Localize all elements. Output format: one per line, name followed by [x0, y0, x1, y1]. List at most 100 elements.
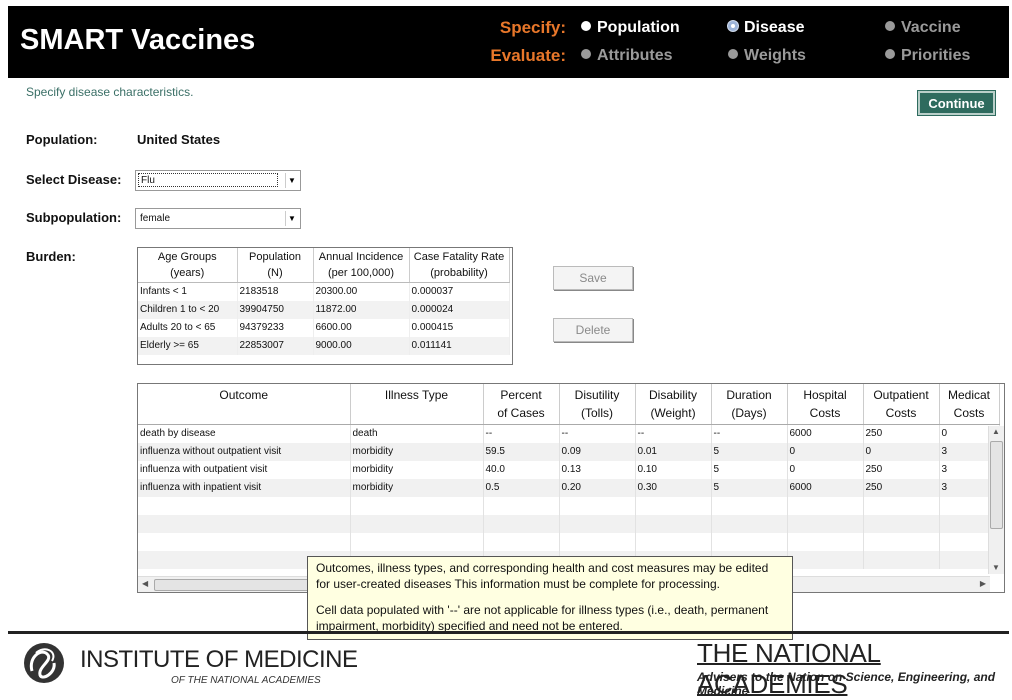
table-cell[interactable]: 6000: [787, 424, 864, 443]
scroll-left-icon[interactable]: ◀: [142, 579, 148, 588]
table-cell[interactable]: influenza without outpatient visit: [138, 442, 351, 461]
step-disease[interactable]: Disease: [728, 19, 805, 37]
table-row[interactable]: influenza without outpatient visit morbid…: [138, 442, 1000, 461]
step-priorities[interactable]: Priorities: [885, 47, 970, 65]
step-vaccine[interactable]: Vaccine: [885, 19, 961, 37]
table-cell[interactable]: [711, 496, 788, 515]
table-cell[interactable]: [559, 496, 636, 515]
table-cell[interactable]: --: [635, 424, 712, 443]
bullet-icon: [581, 21, 591, 31]
table-row[interactable]: Children 1 to < 20 39904750 11872.00 0.0000…: [138, 300, 510, 319]
table-cell[interactable]: [863, 532, 940, 551]
table-cell[interactable]: 0.5: [483, 478, 560, 497]
table-cell[interactable]: [138, 496, 351, 515]
table-cell[interactable]: [863, 496, 940, 515]
table-row[interactable]: influenza with inpatient visit morbidity 0…: [138, 478, 1000, 497]
table-cell[interactable]: [138, 514, 351, 533]
table-cell[interactable]: [483, 532, 560, 551]
table-cell[interactable]: 0.01: [635, 442, 712, 461]
table-cell[interactable]: 0.30: [635, 478, 712, 497]
table-cell[interactable]: 40.0: [483, 460, 560, 479]
table-cell[interactable]: 0.20: [559, 478, 636, 497]
chevron-down-icon[interactable]: ▼: [285, 211, 298, 226]
table-cell[interactable]: [483, 496, 560, 515]
table-row[interactable]: death by disease death -- -- -- -- 6000 250 0: [138, 424, 1000, 443]
scroll-right-icon[interactable]: ▶: [980, 579, 986, 588]
table-cell[interactable]: 0: [863, 442, 940, 461]
table-cell[interactable]: [559, 532, 636, 551]
bullet-icon: [885, 21, 895, 31]
bullet-icon: [728, 49, 738, 59]
table-row[interactable]: Infants < 1 2183518 20300.00 0.000037: [138, 282, 510, 301]
table-cell[interactable]: 5: [711, 442, 788, 461]
table-cell[interactable]: [350, 532, 484, 551]
table-cell[interactable]: morbidity: [350, 442, 484, 461]
step-population[interactable]: Population: [581, 19, 680, 37]
table-cell[interactable]: morbidity: [350, 478, 484, 497]
table-cell[interactable]: [711, 532, 788, 551]
table-cell[interactable]: [350, 496, 484, 515]
table-cell[interactable]: [863, 514, 940, 533]
table-cell[interactable]: 0.09: [559, 442, 636, 461]
table-cell[interactable]: 5: [711, 460, 788, 479]
table-cell[interactable]: [787, 514, 864, 533]
table-cell[interactable]: morbidity: [350, 460, 484, 479]
table-cell[interactable]: [787, 532, 864, 551]
table-cell[interactable]: 0.13: [559, 460, 636, 479]
tooltip-text-2: Cell data populated with '--' are not ap…: [316, 603, 769, 633]
table-cell[interactable]: death by disease: [138, 424, 351, 443]
table-cell[interactable]: [787, 550, 864, 569]
table-cell[interactable]: 0.10: [635, 460, 712, 479]
table-cell[interactable]: [635, 532, 712, 551]
table-cell[interactable]: 59.5: [483, 442, 560, 461]
disease-select[interactable]: Flu ▼: [135, 170, 301, 191]
table-cell[interactable]: 0: [787, 442, 864, 461]
table-cell[interactable]: 250: [863, 460, 940, 479]
table-row[interactable]: Adults 20 to < 65 94379233 6600.00 0.000415: [138, 318, 510, 337]
table-row[interactable]: [138, 514, 1000, 533]
scroll-down-icon[interactable]: ▼: [992, 563, 1000, 572]
save-button[interactable]: Save: [553, 266, 633, 290]
vertical-scrollbar[interactable]: ▲ ▼: [988, 426, 1004, 574]
subpopulation-select[interactable]: female ▼: [135, 208, 301, 229]
table-row[interactable]: influenza with outpatient visit morbidity…: [138, 460, 1000, 479]
table-cell[interactable]: [863, 550, 940, 569]
table-cell[interactable]: [559, 514, 636, 533]
continue-button[interactable]: Continue: [917, 90, 996, 116]
table-cell[interactable]: 5: [711, 478, 788, 497]
table-row[interactable]: [138, 496, 1000, 515]
outcome-header-col-6: Hospital Costs: [787, 384, 864, 425]
table-row[interactable]: Elderly >= 65 22853007 9000.00 0.011141: [138, 336, 510, 355]
instruction-text: Specify disease characteristics.: [26, 85, 194, 99]
table-cell[interactable]: [635, 496, 712, 515]
table-cell[interactable]: --: [711, 424, 788, 443]
table-cell[interactable]: 250: [863, 478, 940, 497]
table-cell[interactable]: [635, 514, 712, 533]
table-cell[interactable]: influenza with outpatient visit: [138, 460, 351, 479]
table-cell[interactable]: [350, 514, 484, 533]
table-cell[interactable]: [711, 514, 788, 533]
iom-logo-icon: [24, 643, 64, 683]
table-cell[interactable]: --: [483, 424, 560, 443]
scroll-thumb[interactable]: [990, 441, 1003, 529]
table-cell[interactable]: 6000: [787, 478, 864, 497]
chevron-down-icon[interactable]: ▼: [285, 173, 298, 188]
step-weights[interactable]: Weights: [728, 47, 806, 65]
table-cell[interactable]: [483, 514, 560, 533]
delete-button[interactable]: Delete: [553, 318, 633, 342]
table-cell[interactable]: influenza with inpatient visit: [138, 478, 351, 497]
bullet-icon: [885, 49, 895, 59]
burden-label: Burden:: [26, 249, 76, 264]
app-header: SMART Vaccines Specify: Evaluate: Popula…: [8, 6, 1009, 78]
table-cell[interactable]: [787, 496, 864, 515]
table-cell[interactable]: --: [559, 424, 636, 443]
step-attributes[interactable]: Attributes: [581, 47, 673, 65]
table-cell[interactable]: 0: [787, 460, 864, 479]
table-cell[interactable]: death: [350, 424, 484, 443]
scroll-up-icon[interactable]: ▲: [992, 427, 1000, 436]
help-tooltip: Outcomes, illness types, and correspondi…: [307, 556, 793, 640]
burden-table[interactable]: Age Groups (years) Population (N) Annual I…: [137, 247, 513, 365]
table-cell[interactable]: [138, 532, 351, 551]
table-row[interactable]: [138, 532, 1000, 551]
table-cell[interactable]: 250: [863, 424, 940, 443]
